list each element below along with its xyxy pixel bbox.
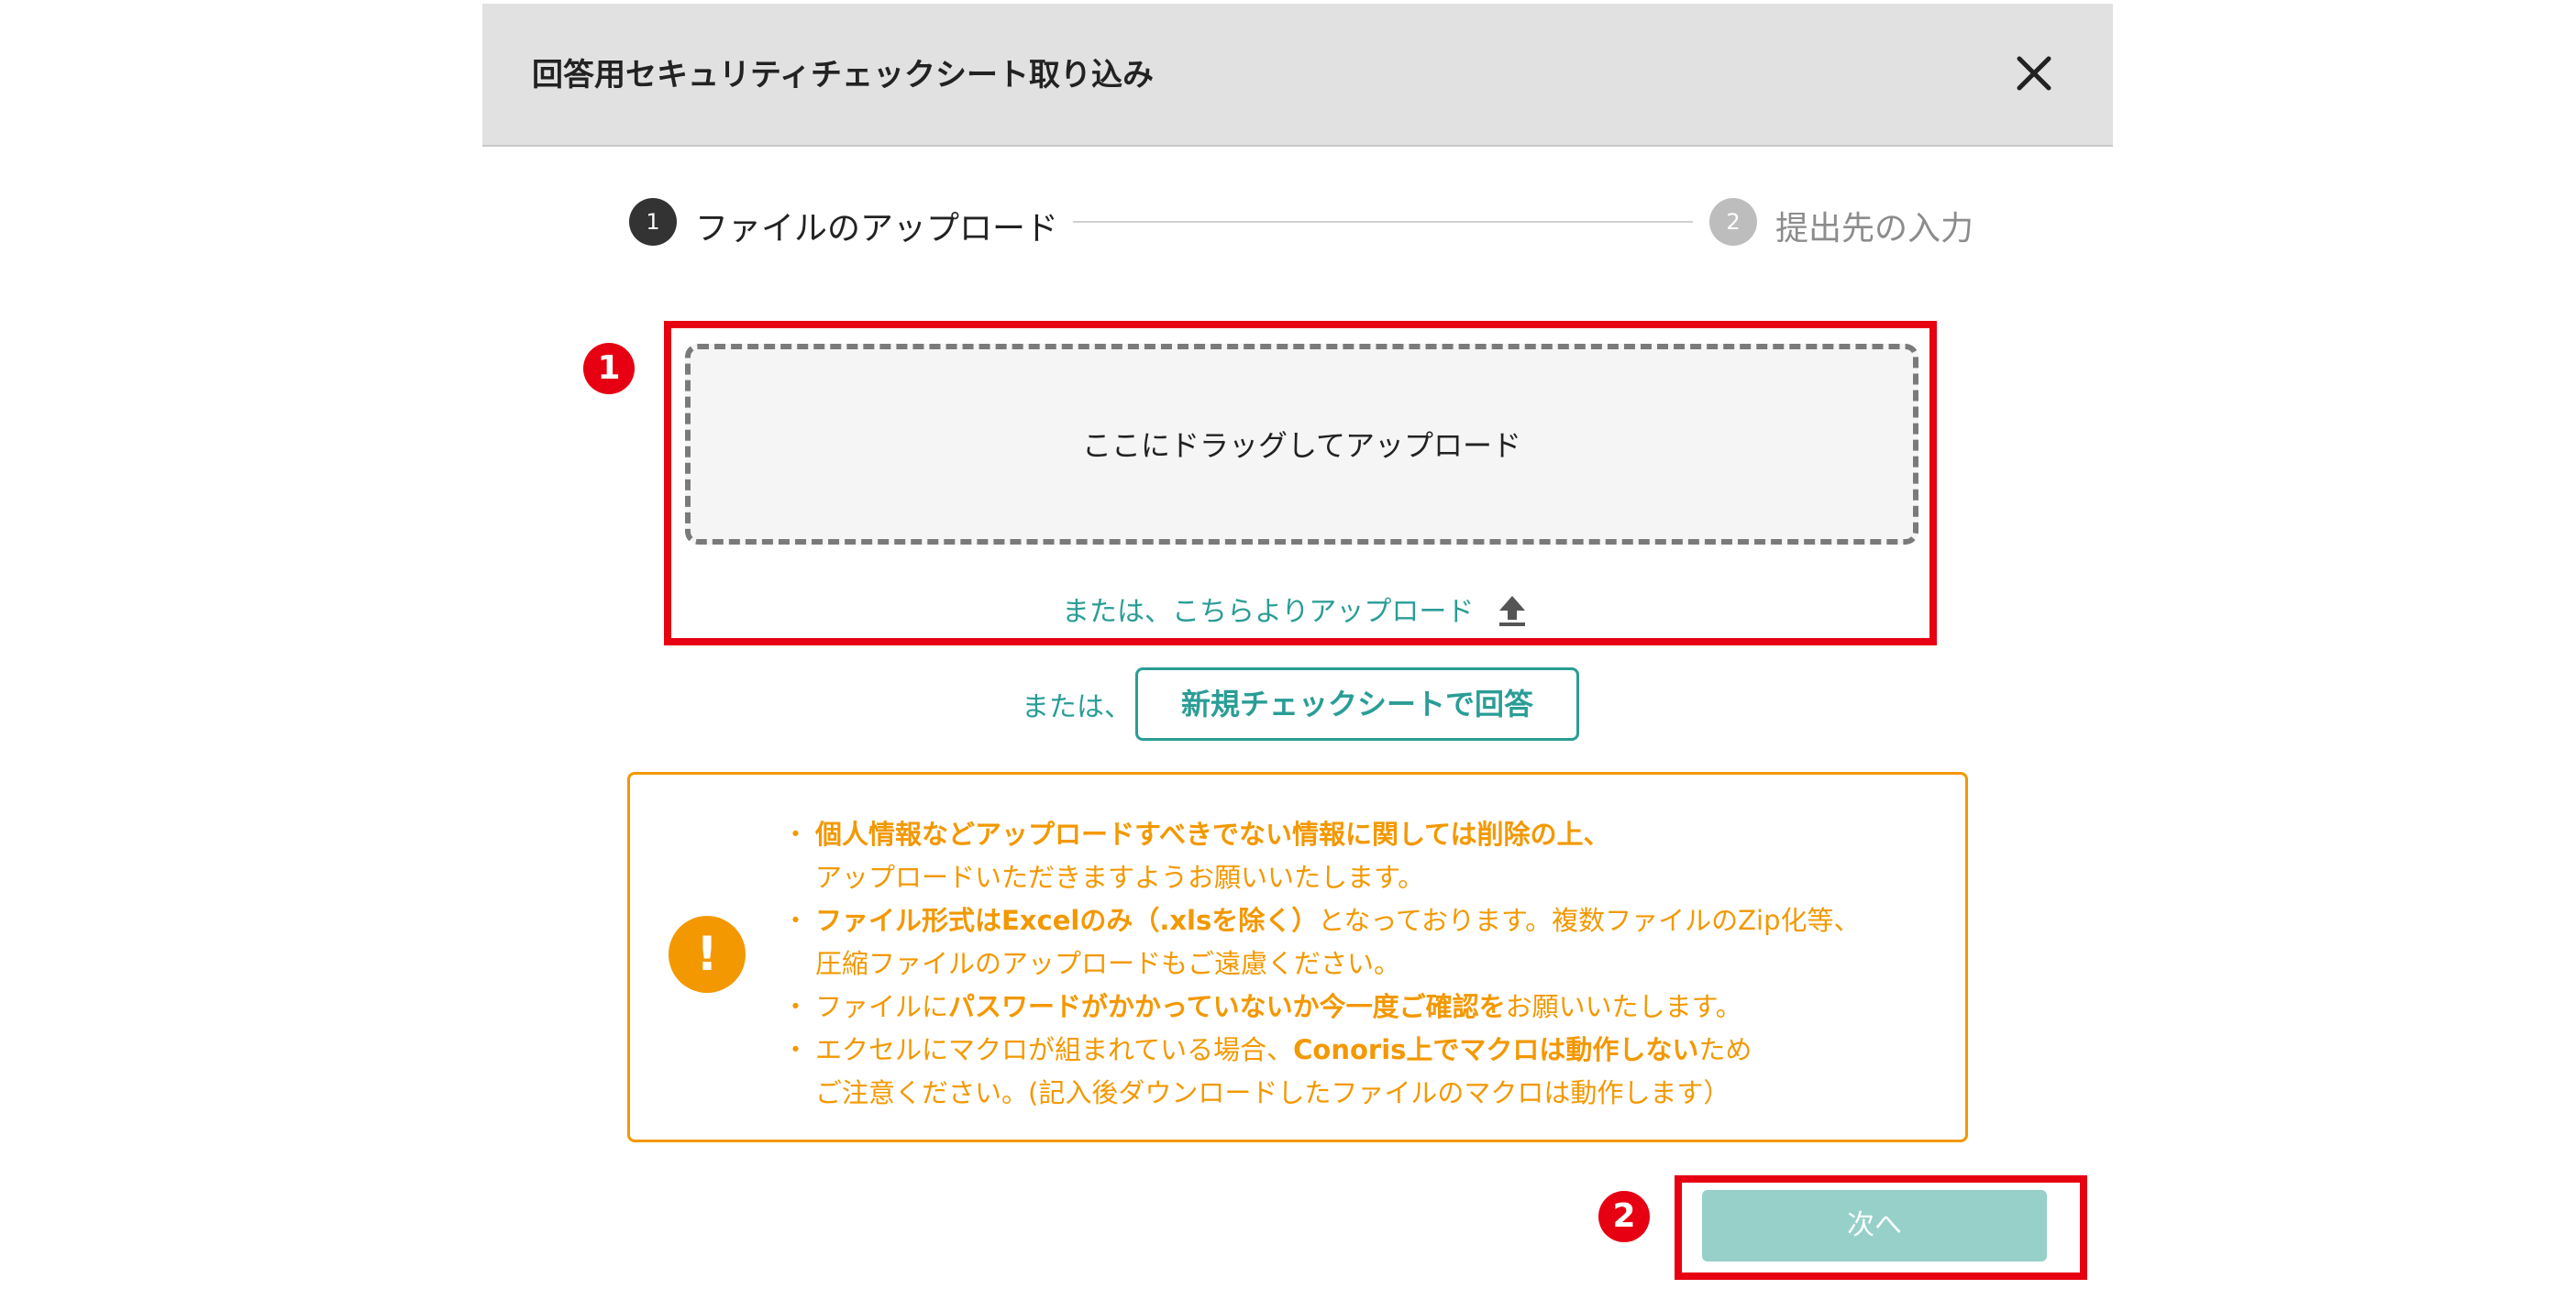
step-2-label: 提出先の入力 [1775,210,1974,248]
close-button[interactable] [2010,50,2058,97]
dropzone-text: ここにドラッグしてアップロード [1081,428,1522,463]
annotation-marker-1: 1 [583,343,635,394]
modal-title: 回答用セキュリティチェックシート取り込み [532,57,1154,94]
new-checksheet-button[interactable]: 新規チェックシートで回答 [1135,667,1579,741]
annotation-marker-2: 2 [1598,1191,1650,1242]
next-button[interactable]: 次へ [1702,1190,2047,1261]
notice-box: ! 個人情報などアップロードすべきでない情報に関しては削除の上、アップロードいた… [627,772,1968,1142]
notice-text: アップロードいただきますようお願いいたします。 [815,862,1425,893]
notice-item: 個人情報などアップロードすべきでない情報に関しては削除の上、アップロードいただき… [782,813,1952,899]
notice-text: 個人情報などアップロードすべきでない情報に関しては削除の上、 [815,819,1610,850]
upload-icon[interactable] [1497,594,1528,627]
notice-list: 個人情報などアップロードすべきでない情報に関しては削除の上、アップロードいただき… [782,813,1952,1115]
notice-text: ファイルに [815,991,949,1022]
step-connector [1073,221,1693,223]
step-1-label: ファイルのアップロード [695,210,1059,248]
or-text: または、 [1022,691,1132,723]
notice-text: パスワードがかかっていないか今一度ご確認を [948,991,1506,1022]
import-modal: 回答用セキュリティチェックシート取り込み 1 ファイルのアップロード 2 提出先… [482,4,2113,1311]
notice-text: となっております。複数ファイルのZip化等、 [1318,905,1861,936]
notice-text: ため [1698,1034,1752,1065]
notice-text: お願いいたします。 [1505,991,1742,1022]
modal-header: 回答用セキュリティチェックシート取り込み [482,4,2113,147]
notice-text: エクセルにマクロが組まれている場合、 [815,1034,1294,1065]
notice-text: ファイル形式はExcelのみ（.xlsを除く） [815,905,1319,936]
notice-text: Conoris上でマクロは動作しない [1293,1034,1699,1065]
step-1-number: 1 [629,198,677,246]
notice-item: ファイル形式はExcelのみ（.xlsを除く）となっております。複数ファイルのZ… [782,899,1952,986]
exclamation-icon: ! [669,916,746,993]
file-dropzone[interactable]: ここにドラッグしてアップロード [685,344,1918,545]
notice-text: 圧縮ファイルのアップロードもご遠慮ください。 [815,948,1401,979]
close-icon [2017,56,2051,91]
notice-item: エクセルにマクロが組まれている場合、Conoris上でマクロは動作しないためご注… [782,1029,1952,1115]
notice-item: ファイルにパスワードがかかっていないか今一度ご確認をお願いいたします。 [782,986,1952,1029]
step-2-number: 2 [1709,198,1757,246]
stepper: 1 ファイルのアップロード 2 提出先の入力 [482,196,2113,251]
notice-text: ご注意ください。(記入後ダウンロードしたファイルのマクロは動作します） [815,1077,1730,1108]
upload-link[interactable]: または、こちらよりアップロード [1062,589,1474,629]
